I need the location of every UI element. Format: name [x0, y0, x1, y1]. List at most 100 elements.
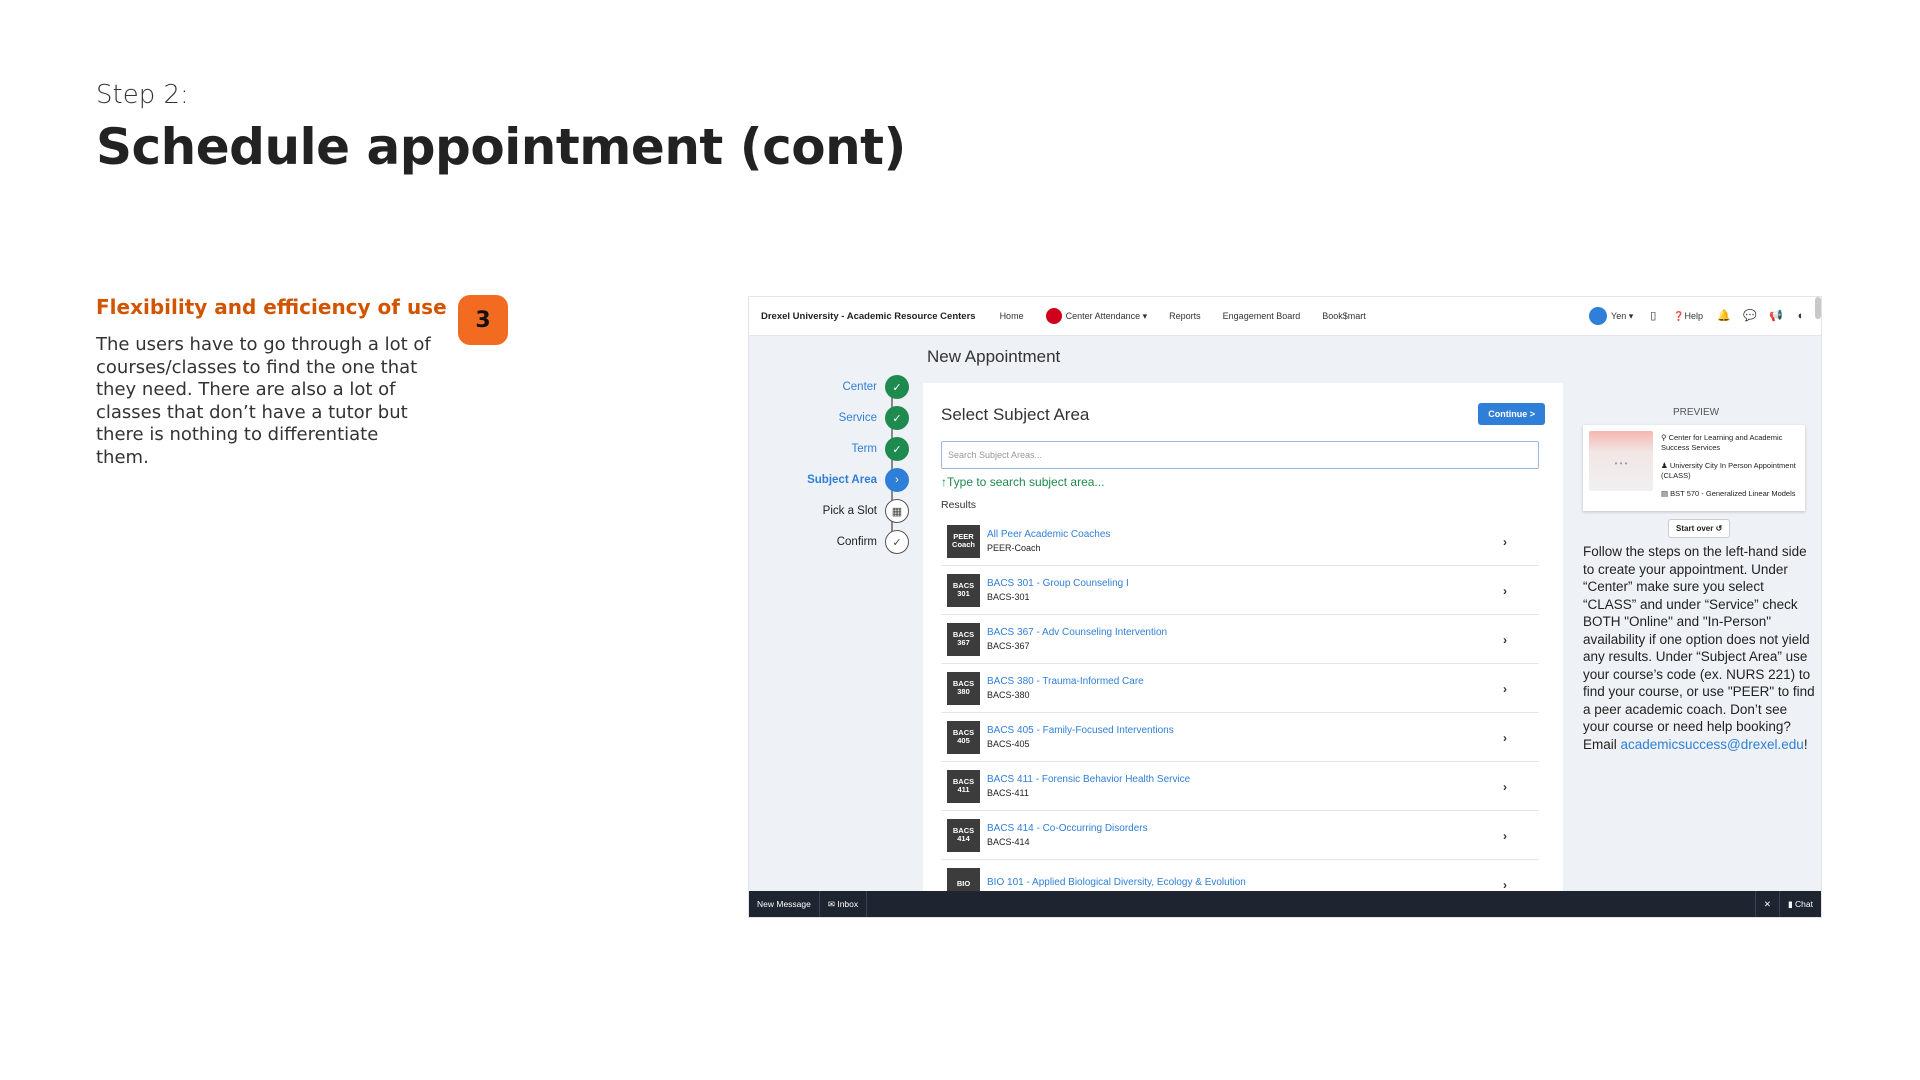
chevron-right-icon[interactable]: › [1503, 584, 1507, 598]
inbox-button[interactable]: ✉ Inbox [820, 891, 868, 917]
subject-name[interactable]: All Peer Academic Coaches [987, 529, 1110, 540]
step-label-center: Center [842, 381, 877, 393]
step-label-term: Term [851, 443, 877, 455]
subject-code: BACS-367 [987, 641, 1030, 651]
subject-name[interactable]: BACS 367 - Adv Counseling Intervention [987, 627, 1167, 638]
app-screenshot: Drexel University - Academic Resource Ce… [748, 296, 1822, 918]
help-link[interactable]: ❓Help [1673, 311, 1703, 322]
start-over-button[interactable]: Start over ↺ [1668, 519, 1731, 538]
nav-center-attendance[interactable]: Center Attendance ▾ [1066, 311, 1148, 322]
step-label-confirm: Confirm [836, 536, 877, 548]
preview-subject-text: BST 570 - Generalized Linear Models [1670, 489, 1796, 498]
location-pin-icon: ⚲ [1661, 433, 1669, 442]
mobile-icon[interactable]: ▯ [1647, 310, 1659, 322]
subject-name[interactable]: BACS 380 - Trauma-Informed Care [987, 676, 1144, 687]
search-hint-text: Type to search subject area... [947, 475, 1105, 489]
list-item[interactable]: BACS 367 BACS 367 - Adv Counseling Inter… [941, 615, 1539, 664]
chat-button[interactable]: ▮ Chat [1778, 891, 1821, 917]
center-attendance-icon [1045, 308, 1062, 324]
nav-engagement-board[interactable]: Engagement Board [1223, 311, 1301, 321]
chevron-right-icon[interactable]: › [1503, 535, 1507, 549]
megaphone-icon[interactable]: 📢 [1769, 310, 1783, 322]
step-label: Step 2: [96, 80, 189, 110]
envelope-icon: ✉ [827, 898, 838, 909]
nav-home[interactable]: Home [1000, 311, 1024, 321]
card-title: Select Subject Area [941, 405, 1090, 424]
step-subject-area[interactable]: Subject Area › [807, 467, 909, 493]
chat-label: Chat [1795, 899, 1813, 909]
results-label: Results [941, 499, 977, 511]
issue-number-badge: 3 [458, 295, 508, 345]
chevron-right-icon[interactable]: › [1503, 731, 1507, 745]
subject-area-card: Select Subject Area Continue > Search Su… [923, 383, 1563, 917]
list-item[interactable]: BACS 301 BACS 301 - Group Counseling I BA… [941, 566, 1539, 615]
search-hint: ↑Type to search subject area... [941, 475, 1104, 489]
user-menu[interactable]: Yen ▾ [1589, 307, 1633, 325]
nav-booksmart[interactable]: Book$mart [1322, 311, 1366, 321]
subject-code: BACS-301 [987, 592, 1030, 602]
nav-reports[interactable]: Reports [1169, 311, 1201, 321]
chat-bubbles-icon[interactable]: 💬 [1743, 310, 1757, 322]
check-icon: ✓ [885, 375, 909, 399]
calendar-icon: ▦ [885, 499, 909, 523]
start-over-label: Start over [1676, 524, 1714, 533]
top-navigation: Drexel University - Academic Resource Ce… [749, 297, 1821, 336]
help-email-link[interactable]: academicsuccess@drexel.edu [1621, 737, 1804, 752]
list-item[interactable]: BACS 414 BACS 414 - Co-Occurring Disorde… [941, 811, 1539, 860]
contrast-icon[interactable]: ◐ [1795, 310, 1807, 322]
check-icon: ✓ [885, 530, 909, 554]
subject-name[interactable]: BACS 414 - Co-Occurring Disorders [987, 823, 1148, 834]
preview-label: PREVIEW [1672, 407, 1720, 418]
continue-button[interactable]: Continue > [1478, 403, 1545, 425]
step-label-service: Service [838, 412, 877, 424]
help-icon: ❓ [1673, 310, 1685, 321]
step-label-subject-area: Subject Area [807, 474, 877, 486]
list-item[interactable]: BACS 405 BACS 405 - Family-Focused Inter… [941, 713, 1539, 762]
help-text-end: ! [1803, 736, 1808, 752]
subject-code: BACS-411 [987, 788, 1029, 798]
brand-title[interactable]: Drexel University - Academic Resource Ce… [761, 311, 976, 322]
step-service[interactable]: Service ✓ [839, 405, 909, 431]
help-instructions: Follow the steps on the left-hand side t… [1583, 543, 1815, 753]
list-item[interactable]: BACS 411 BACS 411 - Forensic Behavior He… [941, 762, 1539, 811]
page-title: New Appointment [927, 347, 1061, 366]
subject-badge: BACS 301 [947, 573, 980, 607]
list-item[interactable]: PEER Coach All Peer Academic Coaches PEER… [941, 517, 1539, 566]
chevron-right-icon[interactable]: › [1503, 878, 1507, 892]
step-pick-slot: Pick a Slot ▦ [823, 498, 909, 524]
step-center[interactable]: Center ✓ [842, 374, 909, 400]
heuristic-title: Flexibility and efficiency of use [96, 295, 447, 319]
subject-badge: BACS 414 [947, 818, 980, 852]
step-confirm: Confirm ✓ [837, 529, 909, 555]
help-text: Follow the steps on the left-hand side t… [1583, 544, 1815, 752]
scrollbar[interactable] [1815, 297, 1821, 319]
chevron-right-icon[interactable]: › [1503, 829, 1507, 843]
subject-code: BACS-414 [987, 837, 1030, 847]
subject-name[interactable]: BACS 301 - Group Counseling I [987, 578, 1129, 589]
subject-name[interactable]: BIO 101 - Applied Biological Diversity, … [987, 877, 1246, 888]
chevron-right-icon: › [885, 468, 909, 492]
bell-icon[interactable]: 🔔 [1717, 310, 1731, 322]
new-message-button[interactable]: New Message [749, 891, 820, 917]
close-button[interactable]: ✕ [1754, 891, 1779, 917]
nav-right-tools: Yen ▾ ▯ ❓Help 🔔 💬 📢 ◐ [1589, 297, 1807, 335]
subject-code: BACS-380 [987, 690, 1030, 700]
chat-icon: ▮ [1787, 898, 1796, 909]
chevron-right-icon[interactable]: › [1503, 633, 1507, 647]
subject-name[interactable]: BACS 411 - Forensic Behavior Health Serv… [987, 774, 1190, 785]
group-icon: ♟ [1661, 461, 1670, 470]
user-name: Yen ▾ [1611, 310, 1634, 321]
preview-center: ⚲ Center for Learning and Academic Succe… [1661, 433, 1801, 453]
subject-name[interactable]: BACS 405 - Family-Focused Interventions [987, 725, 1174, 736]
chevron-right-icon[interactable]: › [1503, 780, 1507, 794]
preview-subject: ▤ BST 570 - Generalized Linear Models [1661, 489, 1801, 499]
subject-badge: BACS 411 [947, 769, 980, 803]
preview-center-text: Center for Learning and Academic Success… [1661, 433, 1783, 452]
step-term[interactable]: Term ✓ [851, 436, 909, 462]
check-icon: ✓ [885, 406, 909, 430]
search-input[interactable]: Search Subject Areas... [941, 441, 1539, 469]
book-icon: ▤ [1661, 489, 1671, 498]
chevron-right-icon[interactable]: › [1503, 682, 1507, 696]
preview-card: • • • ⚲ Center for Learning and Academic… [1583, 425, 1805, 511]
list-item[interactable]: BACS 380 BACS 380 - Trauma-Informed Care… [941, 664, 1539, 713]
